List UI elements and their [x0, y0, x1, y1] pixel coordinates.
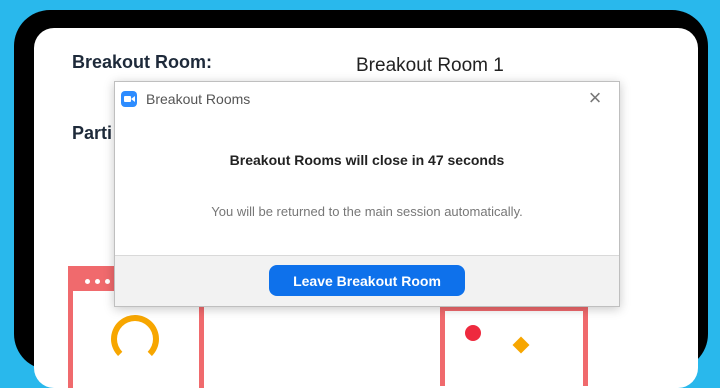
countdown-message: Breakout Rooms will close in 47 seconds	[229, 152, 505, 168]
breakout-rooms-dialog: Breakout Rooms × Breakout Rooms will clo…	[114, 81, 620, 307]
participants-label: Parti	[72, 123, 113, 143]
screen-illustration	[440, 306, 588, 386]
yellow-diamond-shape	[512, 336, 530, 354]
breakout-room-label: Breakout Room:	[72, 52, 213, 72]
window-dot	[95, 279, 100, 284]
dialog-titlebar: Breakout Rooms ×	[115, 82, 619, 118]
video-camera-icon	[121, 91, 137, 107]
close-icon[interactable]: ×	[583, 86, 607, 110]
window-dot	[105, 279, 110, 284]
window-dot	[85, 279, 90, 284]
return-message: You will be returned to the main session…	[211, 204, 523, 219]
dialog-title: Breakout Rooms	[146, 91, 251, 107]
leave-breakout-room-button[interactable]: Leave Breakout Room	[269, 265, 465, 296]
red-dot-shape	[465, 325, 481, 341]
breakout-room-value: Breakout Room 1	[356, 55, 504, 76]
headset-icon	[111, 315, 159, 363]
dialog-footer: Leave Breakout Room	[115, 255, 619, 306]
